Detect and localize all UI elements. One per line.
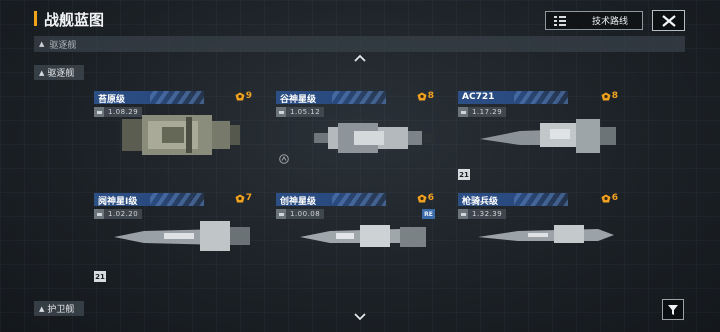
collapse-triangle-icon: ▲ [39, 40, 45, 48]
ship-rank: 8 [417, 91, 434, 101]
category-subheader[interactable]: ▲ 驱逐舰 [34, 36, 685, 52]
level-icon [276, 107, 286, 117]
ship-card-makemake[interactable]: 创神星级 6 1.00.08 RE [276, 193, 436, 273]
tier-badge: 21 [94, 271, 106, 282]
rank-emblem-icon [235, 194, 245, 202]
ship-level: 1.00.08 [276, 209, 325, 219]
ship-rank: 9 [235, 91, 252, 101]
ship-level: 1.32.39 [458, 209, 507, 219]
ship-image [480, 119, 616, 153]
level-icon [94, 107, 104, 117]
level-icon [276, 209, 286, 219]
tech-route-button[interactable]: 技术路线 [545, 11, 643, 30]
ship-rank: 6 [417, 193, 434, 203]
ship-name-bar: 枪骑兵级 [458, 193, 568, 206]
title-accent [34, 11, 37, 26]
ship-image [478, 225, 614, 243]
close-icon [661, 14, 676, 27]
ship-card-eris[interactable]: 阋神星I级 7 1.02.20 21 [94, 193, 254, 282]
ship-name-bar: 苔原级 [94, 91, 204, 104]
scroll-down-icon[interactable] [354, 313, 366, 321]
expand-triangle-icon: ▲ [39, 304, 45, 313]
section-tab-frigate[interactable]: ▲ 护卫舰 [34, 301, 84, 316]
tier-badge: 21 [458, 169, 470, 180]
rank-emblem-icon [601, 194, 611, 202]
ship-card-ceres[interactable]: 谷神星级 8 1.05.12 [276, 91, 436, 171]
level-icon [458, 209, 468, 219]
filter-button[interactable] [662, 299, 684, 320]
ship-name-bar: AC721 [458, 91, 568, 104]
ship-card-ac721[interactable]: AC721 8 1.17.29 21 [458, 91, 618, 180]
level-icon [458, 107, 468, 117]
ship-name-bar: 阋神星I级 [94, 193, 204, 206]
section-tab-destroyer[interactable]: ▲ 驱逐舰 [34, 65, 84, 80]
close-button[interactable] [652, 10, 685, 31]
ship-name: 创神星级 [280, 197, 317, 206]
rank-emblem-icon [417, 194, 427, 202]
ship-name: AC721 [462, 92, 495, 102]
page-title: 战舰蓝图 [44, 11, 105, 29]
ship-level: 1.05.12 [276, 107, 325, 117]
ship-name-bar: 创神星级 [276, 193, 386, 206]
re-badge: RE [422, 209, 435, 219]
ship-image [114, 221, 250, 251]
list-icon [554, 15, 566, 26]
rank-emblem-icon [235, 92, 245, 100]
scroll-up-icon[interactable] [354, 54, 366, 62]
level-icon [94, 209, 104, 219]
subheader-label: 驱逐舰 [49, 40, 77, 51]
collapse-triangle-icon: ▲ [39, 68, 45, 77]
ship-rank: 6 [601, 193, 618, 203]
ship-image [122, 115, 240, 155]
ship-image [300, 225, 426, 247]
top-bar: 战舰蓝图 技术路线 [0, 0, 720, 36]
tech-route-label: 技术路线 [592, 17, 629, 27]
filter-icon [668, 304, 678, 315]
ship-card-lancer[interactable]: 枪骑兵级 6 1.32.39 [458, 193, 618, 273]
ship-name: 阋神星I级 [98, 197, 138, 206]
ship-name-bar: 谷神星级 [276, 91, 386, 104]
rank-emblem-icon [417, 92, 427, 100]
section-label: 护卫舰 [47, 305, 75, 315]
section-label: 驱逐舰 [47, 69, 75, 79]
ship-name: 谷神星级 [280, 95, 317, 104]
ship-name: 枪骑兵级 [462, 197, 499, 206]
ship-rank: 8 [601, 91, 618, 101]
ship-rank: 7 [235, 193, 252, 203]
rank-emblem-icon [601, 92, 611, 100]
ship-card-tundra[interactable]: 苔原级 9 1.08.29 [94, 91, 254, 171]
ship-image [314, 123, 434, 153]
ship-name: 苔原级 [98, 95, 126, 104]
ship-class-icon [279, 154, 289, 164]
